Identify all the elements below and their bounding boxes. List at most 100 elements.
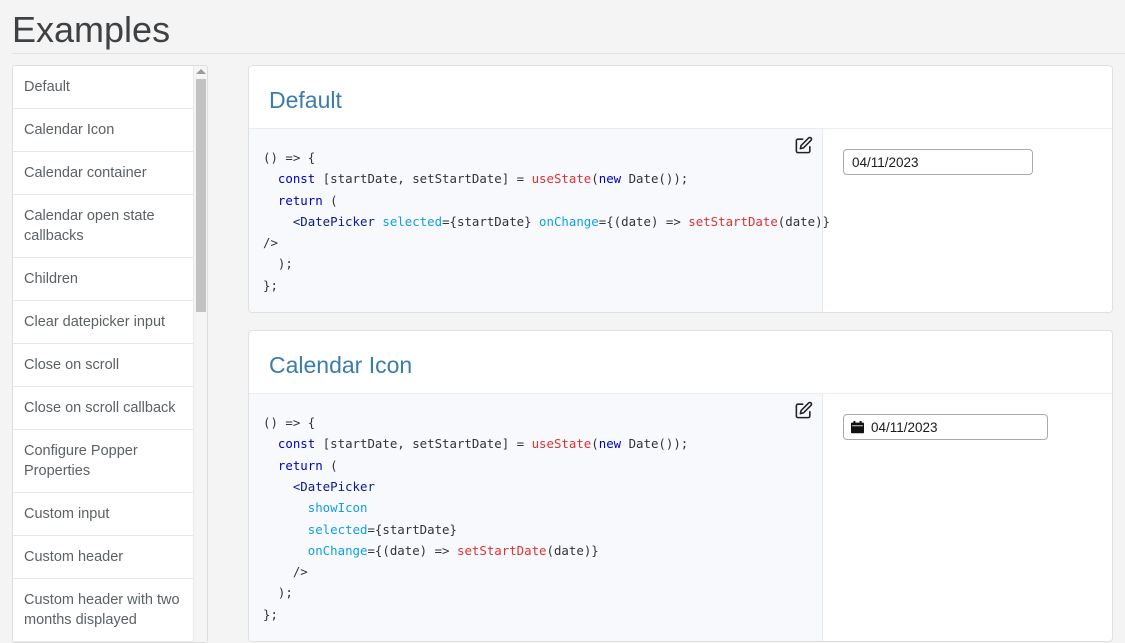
code-token: ); — [263, 256, 293, 272]
code-token: onChange — [307, 542, 368, 558]
sidebar-item-label: Calendar Icon — [24, 122, 115, 138]
sidebar-item-close-on-scroll-callback[interactable]: Close on scroll callback — [13, 387, 194, 430]
code-snippet: () => { const [startDate, setStartDate] … — [263, 412, 806, 625]
code-token: /> — [263, 564, 308, 580]
code-token: (date)} — [777, 213, 831, 229]
sidebar-item-label: Calendar open state callbacks — [24, 208, 155, 244]
sidebar-item-label: Configure Popper Properties — [24, 443, 138, 479]
code-token: ( — [591, 171, 599, 187]
sidebar-item-calendar-container[interactable]: Calendar container — [13, 152, 194, 195]
examples-page: Examples Default Calendar Icon Calendar co… — [0, 0, 1125, 643]
demo-pane: 04/11/2023 — [823, 129, 1112, 249]
code-token: setStartDate — [456, 542, 547, 558]
code-token: return — [277, 457, 323, 473]
code-token: return — [277, 192, 323, 208]
datepicker-value: 04/11/2023 — [852, 154, 919, 170]
code-pane: () => { const [startDate, setStartDate] … — [249, 129, 830, 313]
code-token: useState — [531, 436, 592, 452]
code-token: () => { — [263, 150, 316, 165]
sidebar-item-label: Custom input — [24, 506, 110, 522]
sidebar-item-label: Clear datepicker input — [24, 314, 166, 330]
triangle-up-icon[interactable] — [195, 69, 206, 74]
datepicker-input[interactable]: 04/11/2023 — [843, 149, 1033, 175]
scrollbar-thumb[interactable] — [196, 79, 206, 312]
example-body: () => { const [startDate, setStartDate] … — [249, 393, 1112, 642]
sidebar-item-children[interactable]: Children — [13, 258, 194, 301]
code-token: new — [598, 436, 622, 452]
sidebar-item-label: Custom header — [24, 549, 124, 565]
code-token: () => { — [263, 415, 316, 431]
datepicker-input[interactable]: 04/11/2023 — [843, 414, 1048, 441]
code-token: <DatePicker — [292, 478, 375, 494]
code-token: ( — [322, 457, 338, 473]
code-token: Date()); — [621, 171, 689, 187]
code-token: Date()); — [621, 436, 689, 452]
example-card: Default () => { const [startDate, setStar… — [248, 65, 1113, 314]
edit-pencil-square-icon[interactable] — [792, 399, 814, 421]
code-pane: () => { const [startDate, setStartDate] … — [249, 394, 823, 642]
code-token: new — [598, 171, 622, 187]
code-token: ={(date) => — [598, 213, 689, 229]
code-token: selected — [307, 521, 368, 537]
code-token: useState — [531, 171, 592, 187]
sidebar-item-label: Close on scroll callback — [24, 400, 176, 416]
examples-main: Default () => { const [startDate, setStar… — [248, 65, 1113, 643]
sidebar-item-custom-header[interactable]: Custom header — [13, 536, 194, 579]
code-token: }; — [263, 277, 278, 293]
sidebar-item-close-on-scroll[interactable]: Close on scroll — [13, 344, 194, 387]
examples-sidebar: Default Calendar Icon Calendar container Ca… — [12, 65, 208, 643]
code-token: [startDate, setStartDate] = — [315, 171, 532, 187]
code-token: const — [277, 436, 316, 452]
sidebar-item-clear-datepicker-input[interactable]: Clear datepicker input — [13, 301, 194, 344]
code-token: [startDate, setStartDate] = — [315, 436, 532, 452]
code-token: ={startDate} — [367, 521, 457, 537]
example-card: Calendar Icon () => { const [startDate, s… — [248, 330, 1113, 643]
sidebar-item-label: Calendar container — [24, 165, 147, 181]
page-header: Examples — [0, 0, 1125, 54]
sidebar-item-custom-input[interactable]: Custom input — [13, 493, 194, 536]
sidebar-scrollbar[interactable] — [193, 66, 207, 642]
edit-pencil-square-icon[interactable] — [792, 134, 814, 156]
header-divider — [12, 53, 1125, 54]
sidebar-item-label: Custom header with two months displayed — [24, 592, 180, 628]
sidebar-item-calendar-open-state-callbacks[interactable]: Calendar open state callbacks — [13, 195, 194, 258]
code-token: /> — [263, 235, 278, 251]
code-token: setStartDate — [688, 213, 778, 229]
code-token: selected — [382, 213, 443, 229]
page-title: Examples — [12, 9, 171, 50]
demo-pane: 04/11/2023 — [823, 394, 1112, 514]
code-token: (date)} — [546, 542, 599, 558]
sidebar-item-custom-header-with-two-months-displayed[interactable]: Custom header with two months displayed — [13, 579, 194, 642]
sidebar-item-label: Close on scroll — [24, 357, 120, 373]
code-token: ( — [322, 192, 338, 208]
sidebar-list: Default Calendar Icon Calendar container Ca… — [13, 66, 194, 642]
code-snippet: () => { const [startDate, setStartDate] … — [263, 147, 830, 296]
code-token: ={startDate} — [442, 213, 540, 229]
sidebar-item-label: Children — [24, 271, 78, 287]
code-token: ); — [263, 585, 293, 601]
code-token: const — [277, 171, 316, 187]
code-token: ={(date) => — [367, 542, 457, 558]
sidebar-item-label: Default — [24, 79, 70, 95]
example-title: Calendar Icon — [269, 352, 413, 379]
sidebar-item-configure-popper-properties[interactable]: Configure Popper Properties — [13, 430, 194, 493]
code-token: ( — [591, 436, 599, 452]
example-title: Default — [269, 87, 342, 113]
code-token: showIcon — [307, 500, 368, 516]
code-token: }; — [263, 606, 278, 622]
code-token: onChange — [539, 213, 599, 229]
sidebar-item-calendar-icon[interactable]: Calendar Icon — [13, 109, 194, 152]
code-token: <DatePicker — [292, 213, 375, 229]
sidebar-item-default[interactable]: Default — [13, 66, 194, 109]
calendar-icon[interactable] — [851, 420, 864, 434]
example-body: () => { const [startDate, setStartDate] … — [249, 128, 1112, 313]
